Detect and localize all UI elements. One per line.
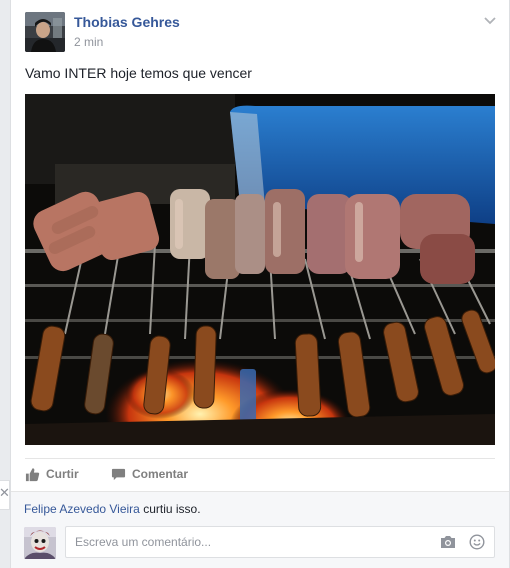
likes-suffix: curtiu isso.	[139, 502, 201, 516]
smiley-icon[interactable]	[469, 534, 485, 550]
comment-input[interactable]	[66, 527, 426, 557]
close-icon[interactable]: ✕	[0, 486, 10, 499]
like-button[interactable]: Curtir	[25, 465, 79, 483]
thumbs-up-icon	[25, 467, 40, 481]
comment-box	[65, 526, 495, 558]
post-card: Thobias Gehres 2 min Vamo INTER hoje tem…	[10, 0, 510, 568]
chevron-down-icon[interactable]	[483, 13, 497, 27]
post-timestamp[interactable]: 2 min	[74, 35, 103, 49]
comment-label: Comentar	[132, 467, 189, 481]
camera-icon[interactable]	[440, 535, 456, 549]
speech-bubble-icon	[111, 468, 126, 480]
post-photo[interactable]	[25, 94, 495, 445]
comment-button[interactable]: Comentar	[111, 465, 188, 483]
actions-divider	[25, 458, 495, 459]
commenter-avatar[interactable]	[24, 527, 56, 559]
author-name[interactable]: Thobias Gehres	[74, 14, 180, 30]
side-panel-close[interactable]: ✕	[0, 480, 10, 510]
author-avatar[interactable]	[25, 12, 65, 52]
post-text: Vamo INTER hoje temos que vencer	[25, 65, 252, 81]
likes-summary: Felipe Azevedo Vieira curtiu isso.	[24, 502, 201, 516]
like-label: Curtir	[46, 467, 79, 481]
post-footer: Felipe Azevedo Vieira curtiu isso.	[11, 491, 509, 568]
liker-name[interactable]: Felipe Azevedo Vieira	[24, 502, 140, 516]
